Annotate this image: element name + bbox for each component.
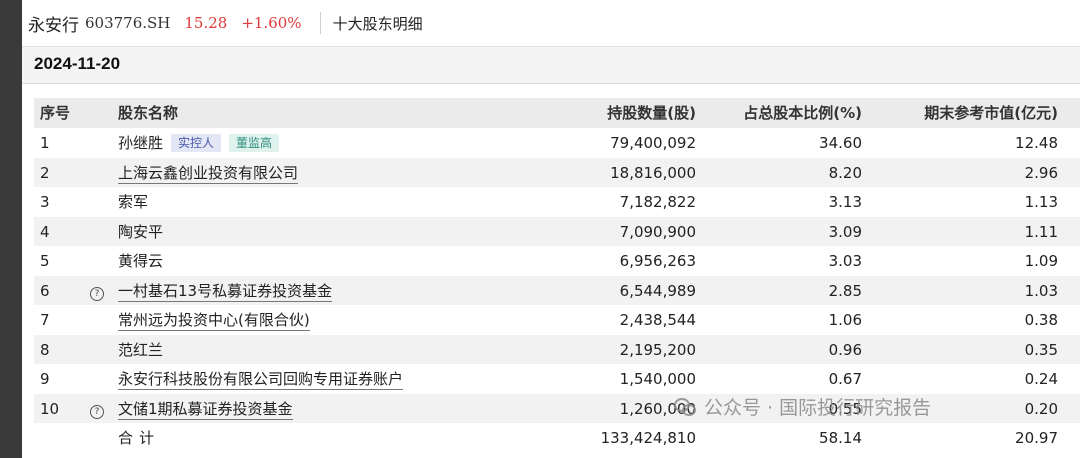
shareholder-name: 常州远为投资中心(有限合伙) [118, 305, 310, 335]
share-ratio: 0.67 [828, 370, 862, 388]
shares-count: 2,438,544 [619, 311, 696, 329]
report-date[interactable]: 2024-11-20 [34, 54, 120, 74]
stock-price: 15.28 [184, 14, 228, 32]
total-label: 合计 [118, 429, 161, 447]
market-value: 0.38 [1024, 311, 1058, 329]
shares-count: 1,540,000 [619, 370, 696, 388]
row-index: 10 [40, 399, 60, 418]
shareholder-name-text[interactable]: 孙继胜 [118, 134, 163, 152]
shareholder-link[interactable]: 一村基石13号私募证券投资基金 [118, 281, 333, 302]
market-value: 1.03 [1024, 281, 1058, 300]
shares-count: 7,182,822 [619, 193, 696, 211]
director-tag: 董监高 [229, 134, 280, 152]
share-ratio: 3.13 [828, 193, 862, 211]
market-value: 0.20 [1024, 399, 1058, 418]
market-value: 0.24 [1024, 370, 1058, 388]
total-ratio: 58.14 [819, 429, 862, 447]
stock-code: 603776.SH [85, 14, 171, 32]
shareholder-name[interactable]: 黄得云 [118, 246, 163, 276]
wechat-icon [674, 397, 696, 416]
controller-tag: 实控人 [171, 134, 222, 152]
row-index: 5 [40, 252, 50, 270]
table-row: 5 黄得云 6,956,263 3.03 1.09 [34, 246, 1080, 276]
table-row: 8 范红兰 2,195,200 0.96 0.35 [34, 334, 1080, 365]
help-circle-icon[interactable]: ? [90, 276, 106, 306]
share-ratio: 3.09 [828, 222, 862, 241]
shareholder-link[interactable]: 常州远为投资中心(有限合伙) [118, 311, 310, 331]
market-value: 1.09 [1024, 252, 1058, 270]
shares-count: 18,816,000 [610, 163, 696, 182]
col-mv-header[interactable]: 期末参考市值(亿元) [924, 98, 1058, 128]
row-index: 7 [40, 311, 50, 329]
market-value: 0.35 [1024, 340, 1058, 359]
table-row: 6 ? 一村基石13号私募证券投资基金 6,544,989 2.85 1.03 [34, 275, 1080, 306]
share-ratio: 0.96 [828, 340, 862, 359]
table-row: 1 孙继胜 实控人 董监高 79,400,092 34.60 12.48 [34, 128, 1080, 158]
col-index-header: 序号 [40, 104, 71, 122]
table-header: 序号 股东名称 持股数量(股) 占总股本比例(%) 期末参考市值(亿元) [34, 98, 1080, 128]
row-index: 2 [40, 163, 50, 182]
market-value: 2.96 [1024, 163, 1058, 182]
share-ratio: 1.06 [828, 311, 862, 329]
shares-count: 6,544,989 [619, 281, 696, 300]
table-row: 2 上海云鑫创业投资有限公司 18,816,000 8.20 2.96 [34, 157, 1080, 188]
table-row: 4 陶安平 7,090,900 3.09 1.11 [34, 216, 1080, 247]
shareholder-link[interactable]: 文储1期私募证券投资基金 [118, 399, 293, 420]
col-name-header: 股东名称 [118, 104, 179, 122]
table-row: 9 永安行科技股份有限公司回购专用证券账户 1,540,000 0.67 0.2… [34, 364, 1080, 394]
total-shares: 133,424,810 [600, 429, 696, 447]
shareholder-name: 永安行科技股份有限公司回购专用证券账户 [118, 364, 404, 394]
total-market-value: 20.97 [1015, 429, 1058, 447]
shareholder-name[interactable]: 范红兰 [118, 335, 163, 365]
market-value: 1.13 [1024, 193, 1058, 211]
row-index: 3 [40, 193, 50, 211]
title-bar: 永安行 603776.SH 15.28 +1.60% 十大股东明细 [22, 0, 1080, 47]
shares-count: 79,400,092 [610, 134, 696, 152]
shareholder-name: 一村基石13号私募证券投资基金 [118, 276, 333, 306]
row-index: 4 [40, 222, 50, 241]
share-ratio: 2.85 [828, 281, 862, 300]
watermark-text: 公众号 · 国际投行研究报告 [704, 397, 932, 419]
shareholder-name[interactable]: 陶安平 [118, 217, 163, 247]
shareholder-name: 上海云鑫创业投资有限公司 [118, 158, 299, 188]
row-index: 1 [40, 134, 50, 152]
shares-count: 2,195,200 [619, 340, 696, 359]
shareholder-name[interactable]: 索军 [118, 187, 148, 217]
shareholder-link[interactable]: 永安行科技股份有限公司回购专用证券账户 [118, 370, 404, 390]
page-title: 十大股东明细 [332, 14, 423, 33]
row-index: 9 [40, 370, 50, 388]
row-index: 6 [40, 281, 50, 300]
stock-change: +1.60% [241, 14, 302, 32]
watermark: 公众号 · 国际投行研究报告 [674, 393, 931, 420]
shares-count: 7,090,900 [619, 222, 696, 241]
col-pct-header[interactable]: 占总股本比例(%) [743, 98, 862, 128]
share-ratio: 3.03 [828, 252, 862, 270]
shareholders-window: 永安行 603776.SH 15.28 +1.60% 十大股东明细 2024-1… [22, 0, 1080, 458]
stock-name[interactable]: 永安行 [28, 11, 79, 36]
report-date-bar: 2024-11-20 [22, 47, 1080, 84]
col-shares-header[interactable]: 持股数量(股) [607, 98, 696, 128]
shareholder-link[interactable]: 上海云鑫创业投资有限公司 [118, 163, 299, 184]
market-value: 12.48 [1015, 134, 1058, 152]
help-circle-icon[interactable]: ? [90, 394, 106, 424]
share-ratio: 8.20 [828, 163, 862, 182]
market-value: 1.11 [1024, 222, 1058, 241]
table-row: 3 索军 7,182,822 3.13 1.13 [34, 187, 1080, 217]
total-row: 合计 133,424,810 58.14 20.97 [34, 423, 1080, 453]
row-index: 8 [40, 340, 50, 359]
shareholder-name: 孙继胜 实控人 董监高 [118, 128, 280, 158]
shareholder-name: 文储1期私募证券投资基金 [118, 394, 293, 424]
shares-count: 6,956,263 [619, 252, 696, 270]
title-divider [319, 12, 321, 34]
table-row: 7 常州远为投资中心(有限合伙) 2,438,544 1.06 0.38 [34, 305, 1080, 335]
share-ratio: 34.60 [819, 134, 862, 152]
